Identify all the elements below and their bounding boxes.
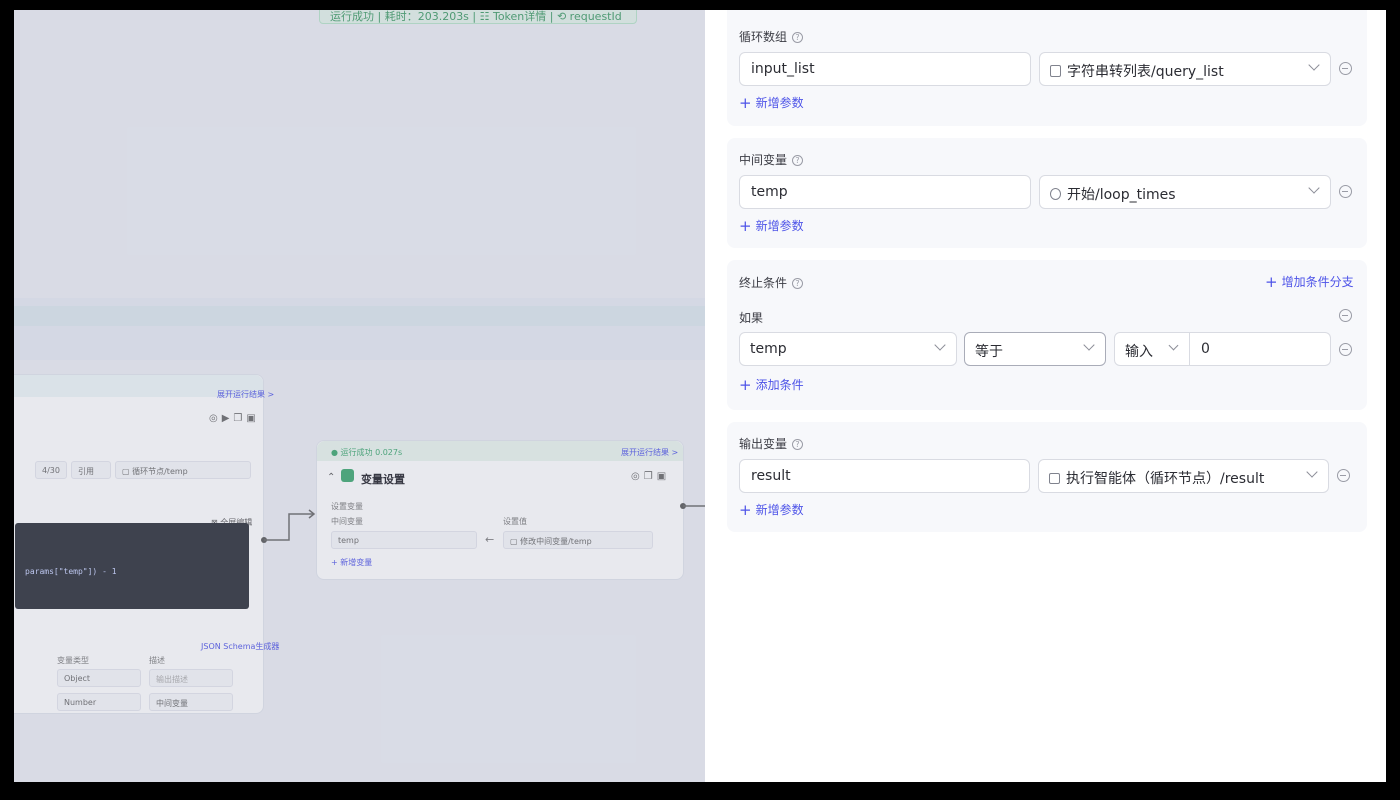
remove-param-icon[interactable] [1339,185,1352,198]
plus-icon: + [739,376,752,394]
intermediate-ref-select[interactable]: 开始/loop_times [1039,175,1331,209]
chevron-down-icon [1168,340,1179,351]
app-window: 运行成功 | 耗时：203.203s | ☷ Token详情 | ⟲ reque… [14,10,1386,782]
output-var-section: 输出变量? result 执行智能体（循环节点）/result + 新增参数 [727,422,1367,532]
loop-array-section: 循环数组? input_list 字符串转列表/query_list + 新增参数 [727,10,1367,126]
add-condition-button[interactable]: + 添加条件 [739,376,804,394]
modal-dim-overlay[interactable] [14,10,705,782]
condition-value-input[interactable]: 0 [1190,332,1331,366]
add-param-button[interactable]: + 新增参数 [739,217,804,235]
add-branch-button[interactable]: + 增加条件分支 [1265,273,1354,291]
agent-node-icon [1049,473,1060,484]
chevron-down-icon [1308,182,1320,194]
section-title: 输出变量? [739,435,804,452]
loop-config-panel: 循环数组? input_list 字符串转列表/query_list + 新增参数… [705,10,1386,782]
help-icon[interactable]: ? [792,439,804,450]
plus-icon: + [739,501,752,519]
help-icon[interactable]: ? [792,32,804,43]
if-label: 如果 [739,311,764,325]
chevron-down-icon [1308,59,1320,71]
section-title: 中间变量? [739,151,804,168]
add-param-button[interactable]: + 新增参数 [739,94,804,112]
file-icon [1050,65,1061,77]
remove-branch-icon[interactable] [1339,309,1352,322]
plus-icon: + [739,217,752,235]
output-name-input[interactable]: result [739,459,1030,493]
plus-icon: + [739,94,752,112]
remove-condition-icon[interactable] [1339,343,1352,356]
chevron-down-icon [1306,466,1318,478]
value-type-select[interactable]: 输入 [1114,332,1190,366]
section-title: 终止条件? [739,274,804,291]
start-node-icon [1050,188,1061,200]
condition-left-select[interactable]: temp [739,332,957,366]
intermediate-var-section: 中间变量? temp 开始/loop_times + 新增参数 [727,138,1367,248]
help-icon[interactable]: ? [792,278,804,289]
intermediate-name-input[interactable]: temp [739,175,1031,209]
workflow-canvas[interactable]: 运行成功 | 耗时：203.203s | ☷ Token详情 | ⟲ reque… [14,10,705,782]
remove-param-icon[interactable] [1339,62,1352,75]
add-param-button[interactable]: + 新增参数 [739,501,804,519]
condition-operator-select[interactable]: 等于 [964,332,1106,366]
output-ref-select[interactable]: 执行智能体（循环节点）/result [1038,459,1329,493]
plus-icon: + [1265,273,1278,291]
help-icon[interactable]: ? [792,155,804,166]
remove-param-icon[interactable] [1337,469,1350,482]
chevron-down-icon [934,339,946,351]
termination-section: 终止条件? + 增加条件分支 如果 temp 等于 输入 0 + 添加条件 [727,260,1367,410]
loop-array-ref-select[interactable]: 字符串转列表/query_list [1039,52,1331,86]
section-title: 循环数组? [739,28,804,45]
loop-array-name-input[interactable]: input_list [739,52,1031,86]
chevron-down-icon [1083,339,1095,351]
